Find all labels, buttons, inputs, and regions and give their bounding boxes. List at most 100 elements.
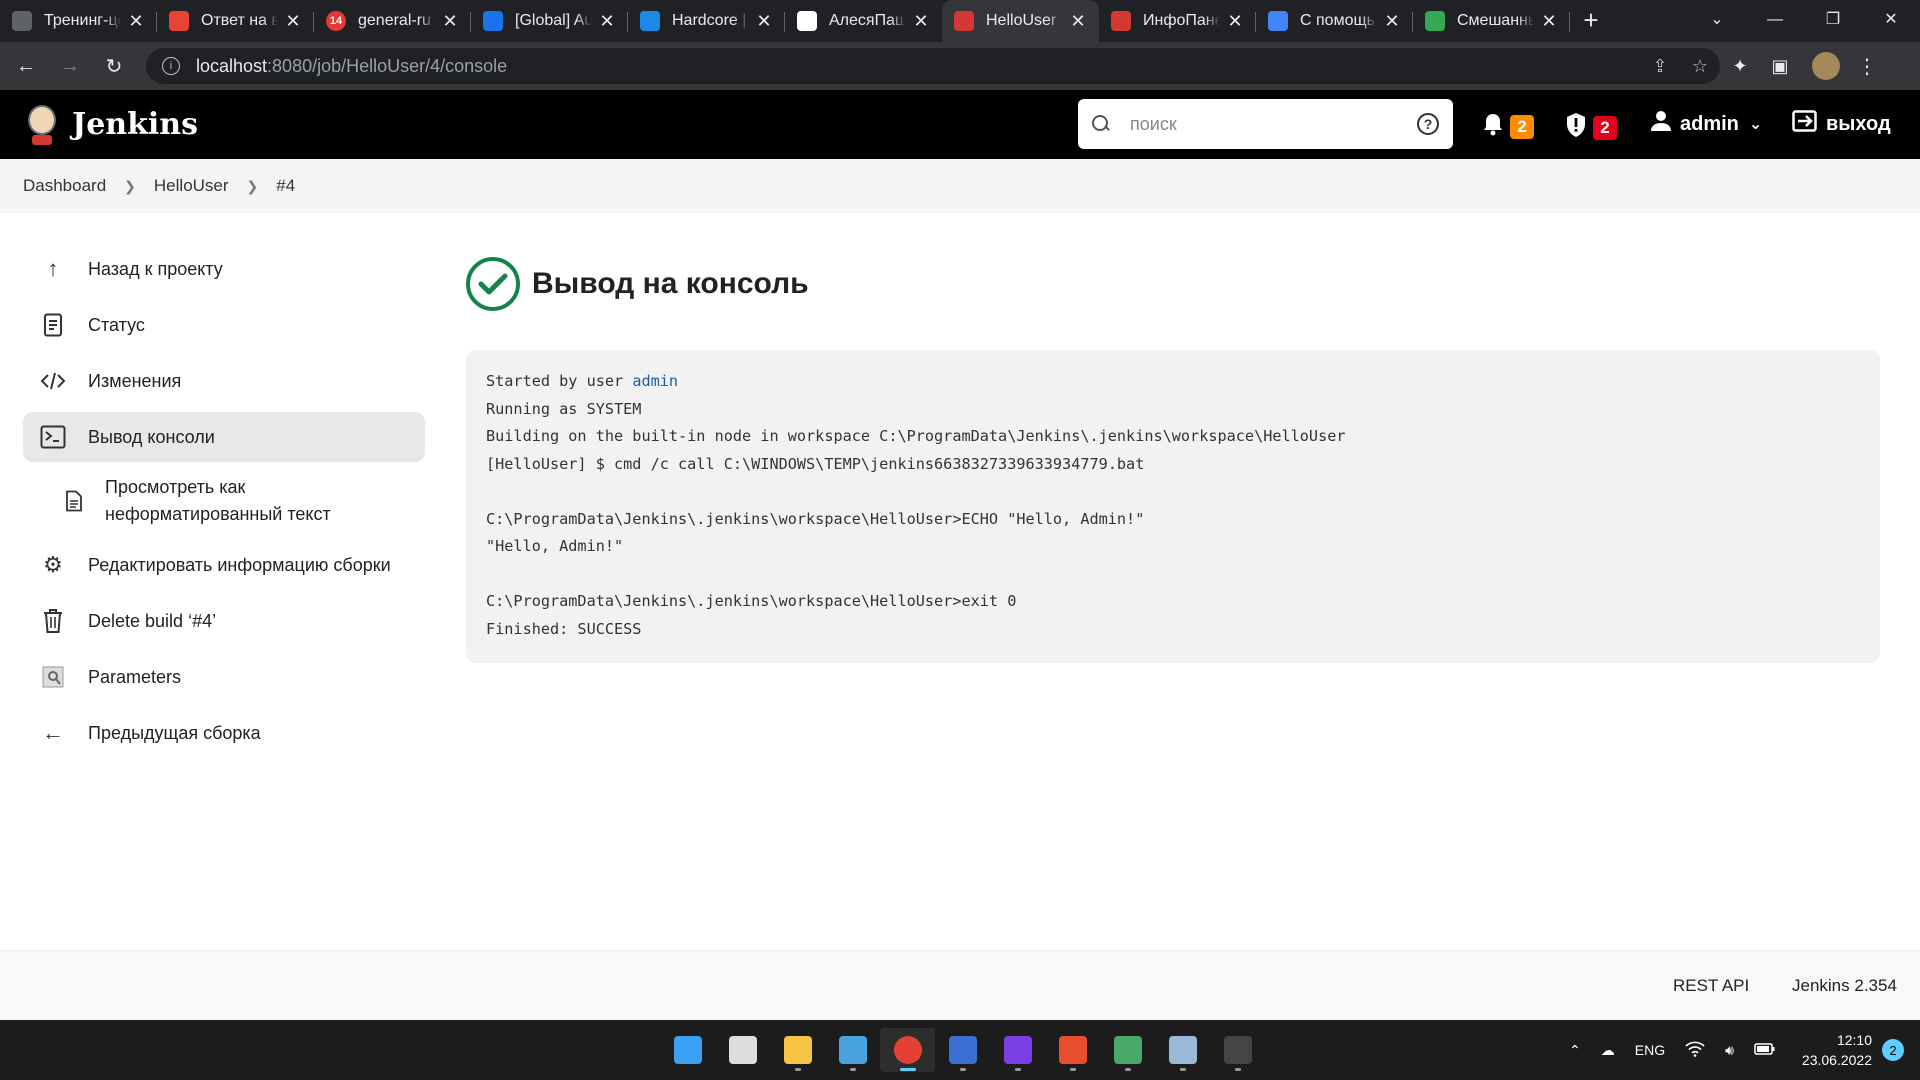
running-indicator xyxy=(1014,1068,1021,1071)
browser-tab-bar: Тренинг-це ✕ Ответ на в ✕ 14 general-ru ✕ [Glob… xyxy=(0,0,1920,42)
browser-tab[interactable]: [Global] Au ✕ xyxy=(471,0,628,42)
running-indicator xyxy=(1124,1068,1131,1071)
jenkins-header: Jenkins ? 2 2 admin ⌄ выход xyxy=(0,90,1920,159)
close-window-button[interactable]: ✕ xyxy=(1862,0,1920,42)
sidebar-item-back-to-project[interactable]: ↑ Назад к проекту xyxy=(23,244,425,294)
save-app-icon[interactable] xyxy=(935,1028,990,1072)
microsoft-store-icon[interactable] xyxy=(825,1028,880,1072)
restore-button[interactable]: ❐ xyxy=(1804,0,1862,42)
minimize-button[interactable]: — xyxy=(1746,0,1804,42)
close-tab-icon[interactable]: ✕ xyxy=(912,11,930,32)
browser-tab[interactable]: АлесяПашк ✕ xyxy=(785,0,942,42)
browser-tab[interactable]: С помощь ✕ xyxy=(1256,0,1413,42)
close-tab-icon[interactable]: ✕ xyxy=(1383,11,1401,32)
shield-alert-icon xyxy=(1565,112,1587,144)
close-tab-icon[interactable]: ✕ xyxy=(441,11,459,32)
language-indicator[interactable]: ENG xyxy=(1635,1042,1665,1058)
search-input[interactable] xyxy=(1130,113,1417,135)
intellij-icon-glyph xyxy=(1003,1036,1032,1064)
sidebar-item-status[interactable]: Статус xyxy=(23,300,425,350)
browser-tab[interactable]: 14 general-ru ✕ xyxy=(314,0,471,42)
browser-tab[interactable]: Смешанны ✕ xyxy=(1413,0,1570,42)
breadcrumb-dashboard[interactable]: Dashboard xyxy=(23,172,106,200)
onedrive-icon[interactable]: ☁ xyxy=(1601,1042,1615,1059)
sidebar-item-parameters[interactable]: Parameters xyxy=(23,652,425,702)
sidebar-item-console-output[interactable]: Вывод консоли xyxy=(23,412,425,462)
git-gui-icon[interactable] xyxy=(1100,1028,1155,1072)
intellij-icon[interactable] xyxy=(990,1028,1045,1072)
search-box: ? xyxy=(1078,99,1453,149)
close-tab-icon[interactable]: ✕ xyxy=(598,11,616,32)
rest-api-link[interactable]: REST API xyxy=(1673,976,1749,996)
file-explorer-icon[interactable] xyxy=(770,1028,825,1072)
browser-tab[interactable]: ИнфоПане ✕ xyxy=(1099,0,1256,42)
browser-tab[interactable]: Тренинг-це ✕ xyxy=(0,0,157,42)
browser-tab[interactable]: HelloUser # ✕ xyxy=(942,0,1099,42)
sidebar-item-previous-build[interactable]: ← Предыдущая сборка xyxy=(23,708,425,758)
tab-title: С помощь xyxy=(1300,12,1375,29)
share-icon[interactable]: ⇪ xyxy=(1640,56,1680,77)
user-icon xyxy=(1650,110,1672,138)
security-button[interactable]: 2 xyxy=(1565,112,1617,144)
jenkins-icon xyxy=(1111,11,1131,31)
search-icon-glyph xyxy=(728,1036,757,1064)
jenkins-logo[interactable]: Jenkins xyxy=(24,101,198,149)
breadcrumb: Dashboard ❯ HelloUser ❯ #4 xyxy=(0,159,1920,213)
battery-icon[interactable] xyxy=(1754,1042,1776,1059)
close-tab-icon[interactable]: ✕ xyxy=(755,11,773,32)
logout-button[interactable]: выход xyxy=(1792,110,1891,138)
sidebar-item-label: Просмотреть как неформатированный текст xyxy=(105,477,331,524)
chrome-icon[interactable] xyxy=(880,1028,935,1072)
sidebar-item-delete-build[interactable]: Delete build ‘#4’ xyxy=(23,596,425,646)
system-tray: ⌃ ☁ ENG 🔊︎ 12:10 23.06.2022 2 xyxy=(1559,1020,1920,1080)
sidebar-item-edit-build-info[interactable]: ⚙ Редактировать информацию сборки xyxy=(23,540,425,590)
windows-start-icon[interactable] xyxy=(660,1028,715,1072)
new-tab-button[interactable]: + xyxy=(1570,0,1612,42)
terminal-app-icon[interactable] xyxy=(1210,1028,1265,1072)
close-tab-icon[interactable]: ✕ xyxy=(1069,11,1087,32)
close-tab-icon[interactable]: ✕ xyxy=(284,11,302,32)
breadcrumb-job[interactable]: HelloUser xyxy=(154,172,229,200)
tab-search-icon[interactable]: ⌄ xyxy=(1688,0,1746,42)
profile-avatar[interactable] xyxy=(1812,52,1840,80)
user-menu[interactable]: admin ⌄ xyxy=(1650,110,1762,138)
arrow-left-icon: ← xyxy=(42,720,64,745)
browser-tab[interactable]: Hardcore | ✕ xyxy=(628,0,785,42)
help-icon[interactable]: ? xyxy=(1417,113,1439,135)
url-bar[interactable]: i localhost:8080/job/HelloUser/4/console… xyxy=(146,48,1720,84)
sidebar-item-plain-text[interactable]: Просмотреть как неформатированный текст xyxy=(23,468,425,534)
sidebar-item-changes[interactable]: Изменения xyxy=(23,356,425,406)
document-icon xyxy=(40,312,66,338)
site-info-icon[interactable]: i xyxy=(162,57,180,75)
chat-icon: 14 xyxy=(326,11,346,31)
sidebar-item-label: Вывод консоли xyxy=(88,426,215,447)
wifi-icon[interactable] xyxy=(1685,1041,1705,1060)
close-tab-icon[interactable]: ✕ xyxy=(1226,11,1244,32)
trash-icon xyxy=(40,608,66,634)
jenkins-butler-icon xyxy=(24,101,60,149)
jenkins-version-link[interactable]: Jenkins 2.354 xyxy=(1792,976,1897,996)
git-icon[interactable] xyxy=(1045,1028,1100,1072)
browser-menu-icon[interactable]: ⋮ xyxy=(1852,54,1882,79)
notifications-button[interactable]: 2 xyxy=(1482,112,1534,142)
volume-icon[interactable]: 🔊︎ xyxy=(1725,1042,1734,1059)
back-button[interactable]: ← xyxy=(8,48,44,84)
side-panel-icon[interactable]: ▣ xyxy=(1760,56,1800,77)
user-link[interactable]: admin xyxy=(632,372,678,390)
monitor-app-icon[interactable] xyxy=(1155,1028,1210,1072)
extensions-icon[interactable]: ✦ xyxy=(1720,56,1760,77)
page-icon xyxy=(1425,11,1445,31)
reload-button[interactable]: ↻ xyxy=(96,48,132,84)
notification-center-badge[interactable]: 2 xyxy=(1882,1039,1904,1061)
search-icon[interactable] xyxy=(715,1028,770,1072)
arrow-up-icon: ↑ xyxy=(47,256,59,281)
breadcrumb-build[interactable]: #4 xyxy=(276,172,295,200)
clock[interactable]: 12:10 23.06.2022 xyxy=(1802,1030,1872,1070)
browser-tab[interactable]: Ответ на в ✕ xyxy=(157,0,314,42)
close-tab-icon[interactable]: ✕ xyxy=(127,11,145,32)
close-tab-icon[interactable]: ✕ xyxy=(1540,11,1558,32)
tab-title: general-ru xyxy=(358,12,431,29)
bookmark-star-icon[interactable]: ☆ xyxy=(1680,56,1720,77)
chevron-up-icon[interactable]: ⌃ xyxy=(1569,1042,1581,1059)
forward-button[interactable]: → xyxy=(52,48,88,84)
